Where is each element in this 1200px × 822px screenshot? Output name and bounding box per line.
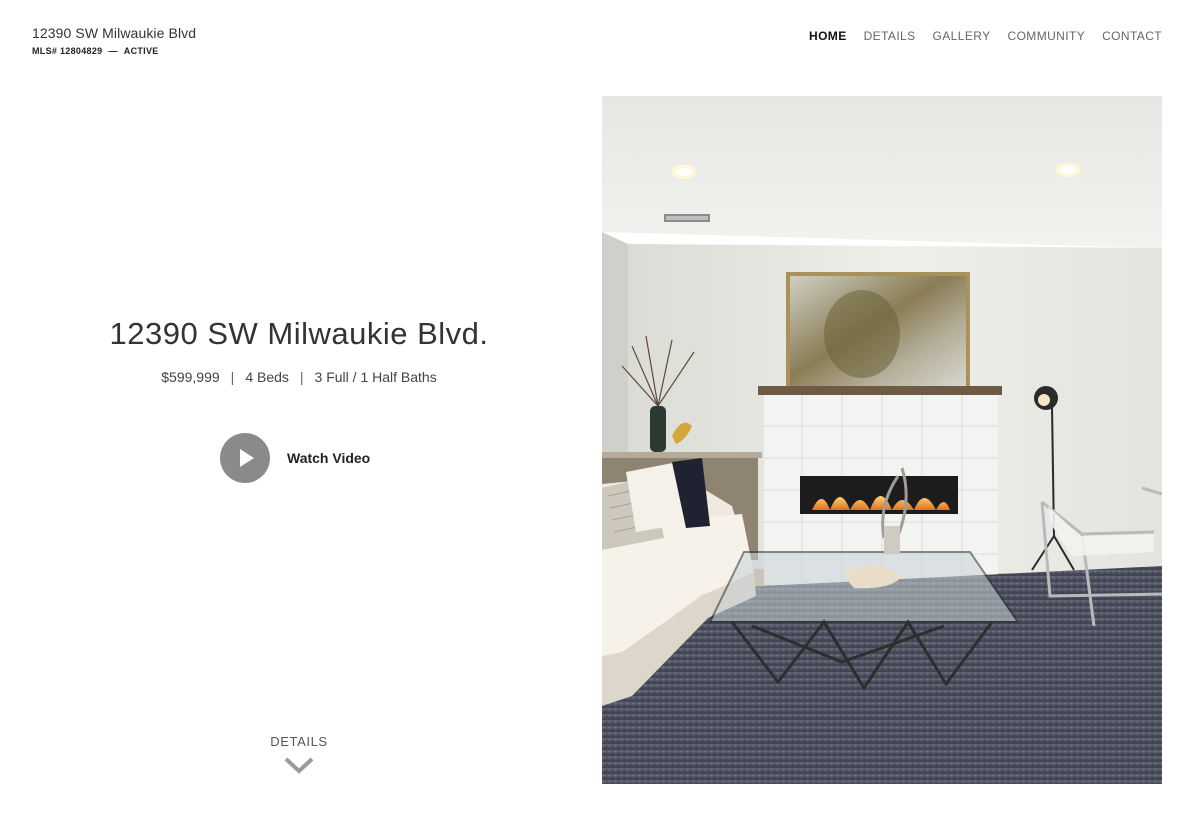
main-nav: HOME DETAILS GALLERY COMMUNITY CONTACT — [792, 29, 1162, 43]
nav-community[interactable]: COMMUNITY — [1008, 29, 1086, 43]
watch-video-button[interactable]: Watch Video — [220, 433, 370, 483]
property-title: 12390 SW Milwaukie Blvd. — [109, 316, 489, 351]
nav-gallery[interactable]: GALLERY — [933, 29, 991, 43]
hero-info: 12390 SW Milwaukie Blvd. $599,999 | 4 Beds… — [0, 96, 600, 784]
property-baths: 3 Full / 1 Half Baths — [314, 369, 437, 385]
property-beds: 4 Beds — [245, 369, 289, 385]
property-summary: $599,999 | 4 Beds | 3 Full / 1 Half Baths — [0, 369, 598, 385]
scroll-to-details-link[interactable]: DETAILS — [0, 734, 598, 775]
nav-details[interactable]: DETAILS — [864, 29, 916, 43]
watch-video-label[interactable]: Watch Video — [287, 450, 370, 466]
living-room-image — [602, 96, 1162, 784]
nav-contact[interactable]: CONTACT — [1102, 29, 1162, 43]
listing-meta: MLS# 12804829 — ACTIVE — [32, 46, 196, 56]
chevron-down-icon[interactable] — [283, 755, 315, 775]
summary-divider: | — [299, 369, 304, 385]
brand-block[interactable]: 12390 SW Milwaukie Blvd MLS# 12804829 — AC… — [32, 24, 196, 56]
property-price: $599,999 — [161, 369, 220, 385]
nav-home[interactable]: HOME — [809, 29, 847, 43]
property-photo[interactable] — [602, 96, 1162, 784]
summary-divider: | — [230, 369, 235, 385]
play-icon[interactable] — [220, 433, 270, 483]
mls-number: MLS# 12804829 — [32, 46, 103, 56]
details-link-label[interactable]: DETAILS — [0, 734, 598, 749]
listing-status: ACTIVE — [123, 46, 159, 56]
brand-title[interactable]: 12390 SW Milwaukie Blvd — [32, 24, 196, 42]
meta-separator: — — [108, 46, 118, 56]
